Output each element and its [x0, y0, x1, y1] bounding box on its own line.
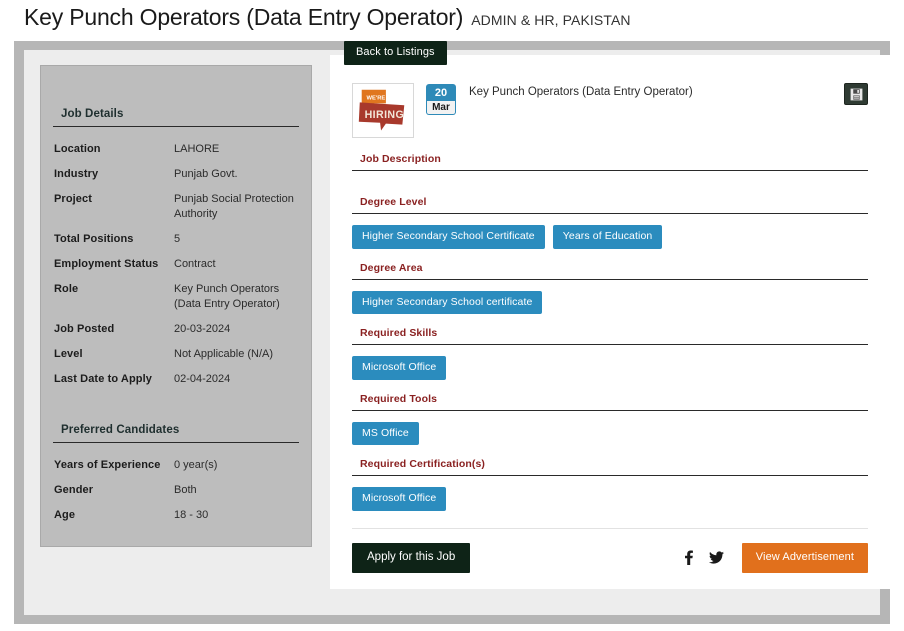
preferred-label: Gender: [54, 484, 94, 496]
tag-item[interactable]: Higher Secondary School Certificate: [352, 225, 545, 249]
detail-row: Job Posted 20-03-2024: [54, 317, 299, 342]
detail-label: Role: [54, 283, 79, 295]
twitter-icon[interactable]: [706, 547, 728, 569]
facebook-icon[interactable]: [678, 547, 700, 569]
job-details-sidebar: Job Details Location LAHORE Industry Pun…: [40, 65, 312, 547]
detail-label: Job Posted: [54, 323, 115, 335]
tag-item[interactable]: Years of Education: [552, 225, 663, 249]
detail-row: Last Date to Apply 02-04-2024: [54, 367, 299, 392]
section-heading: Required Tools: [360, 392, 438, 405]
tag-item[interactable]: Microsoft Office: [352, 487, 447, 511]
detail-row: Location LAHORE: [54, 137, 299, 162]
sidebar-divider-2: [53, 442, 299, 443]
hiring-thumbnail: WE'RE HIRING: [352, 83, 414, 138]
section-empty-body: [352, 171, 868, 183]
svg-text:WE'RE: WE'RE: [367, 95, 386, 101]
save-icon: [850, 88, 862, 100]
section-heading: Required Certification(s): [360, 458, 486, 470]
section-degree-area: Degree Area Higher Secondary School cert…: [352, 249, 868, 314]
detail-row: Level Not Applicable (N/A): [54, 342, 299, 367]
section-heading: Degree Area: [360, 261, 423, 274]
preferred-row: Age 18 - 30: [54, 503, 299, 528]
preferred-label: Age: [54, 509, 76, 521]
section-heading: Job Description: [360, 153, 441, 165]
detail-value: 5: [174, 233, 181, 245]
preferred-row: Years of Experience 0 year(s): [54, 453, 299, 478]
tag-list: Microsoft Office: [352, 476, 868, 511]
detail-label: Employment Status: [54, 258, 159, 270]
sidebar-divider-1: [53, 126, 299, 127]
detail-value: 02-04-2024: [174, 373, 231, 385]
section-degree-level: Degree Level Higher Secondary School Cer…: [352, 183, 868, 249]
preferred-label: Years of Experience: [54, 459, 161, 471]
detail-label: Level: [54, 348, 83, 360]
section-job-description: Job Description: [352, 143, 868, 183]
detail-value: Key Punch Operators (Data Entry Operator…: [174, 283, 280, 310]
back-to-listings-button[interactable]: Back to Listings: [344, 41, 447, 65]
preferred-row: Gender Both: [54, 478, 299, 503]
sidebar-heading-preferred-candidates: Preferred Candidates: [61, 424, 180, 436]
preferred-value: 0 year(s): [174, 459, 218, 471]
detail-row: Role Key Punch Operators (Data Entry Ope…: [54, 277, 299, 317]
section-heading: Required Skills: [360, 327, 438, 339]
preferred-candidates-list: Years of Experience 0 year(s) Gender Bot…: [53, 453, 299, 528]
tag-item[interactable]: Microsoft Office: [352, 356, 447, 380]
detail-value: Punjab Govt.: [174, 168, 238, 180]
detail-label: Last Date to Apply: [54, 373, 152, 385]
detail-value: LAHORE: [174, 143, 220, 155]
posted-date-day: 20: [434, 87, 448, 99]
detail-label: Industry: [54, 168, 99, 180]
section-required-skills: Required Skills Microsoft Office: [352, 314, 868, 380]
job-detail-panel: Back to Listings WE'RE HIRING 20 Mar Key: [330, 41, 890, 589]
job-title: Key Punch Operators (Data Entry Operator…: [469, 86, 693, 98]
job-details-list: Location LAHORE Industry Punjab Govt. Pr…: [53, 137, 299, 392]
tag-list: MS Office: [352, 411, 868, 445]
tag-item[interactable]: MS Office: [352, 421, 419, 445]
save-job-button[interactable]: [844, 83, 868, 105]
tag-list: Microsoft Office: [352, 345, 868, 380]
detail-label: Location: [54, 143, 101, 155]
hiring-graphic-icon: WE'RE HIRING: [358, 89, 405, 131]
preferred-value: 18 - 30: [174, 509, 209, 521]
detail-row: Industry Punjab Govt.: [54, 162, 299, 187]
detail-value: Not Applicable (N/A): [174, 348, 274, 360]
page-title-main: Key Punch Operators (Data Entry Operator…: [24, 4, 464, 30]
detail-row: Project Punjab Social Protection Authori…: [54, 187, 299, 227]
detail-label: Total Positions: [54, 233, 134, 245]
page-title: Key Punch Operators (Data Entry Operator…: [24, 4, 631, 40]
view-advertisement-button[interactable]: View Advertisement: [741, 542, 868, 573]
preferred-value: Both: [174, 484, 197, 496]
detail-value: Punjab Social Protection Authority: [174, 193, 294, 220]
page-title-category: ADMIN & HR, PAKISTAN: [471, 12, 631, 28]
detail-value: 20-03-2024: [174, 323, 231, 335]
tag-list: Higher Secondary School Certificate Year…: [352, 214, 868, 249]
page-frame: Job Details Location LAHORE Industry Pun…: [14, 41, 890, 624]
section-required-certifications: Required Certification(s) Microsoft Offi…: [352, 445, 868, 511]
apply-for-job-button[interactable]: Apply for this Job: [352, 542, 471, 573]
posted-date-badge: 20 Mar: [427, 85, 455, 114]
detail-row: Total Positions 5: [54, 227, 299, 252]
svg-text:HIRING: HIRING: [365, 109, 405, 121]
tag-item[interactable]: Higher Secondary School certificate: [352, 290, 543, 314]
posted-date-month: Mar: [427, 100, 455, 114]
detail-row: Employment Status Contract: [54, 252, 299, 277]
sidebar-heading-job-details: Job Details: [61, 108, 124, 120]
section-heading: Degree Level: [360, 196, 427, 208]
job-header: WE'RE HIRING 20 Mar Key Punch Operators …: [352, 83, 868, 143]
footer-divider: [352, 527, 868, 529]
tag-list: Higher Secondary School certificate: [352, 280, 868, 314]
job-actions-footer: Apply for this Job View Advertisement: [352, 527, 868, 573]
section-required-tools: Required Tools MS Office: [352, 380, 868, 445]
detail-label: Project: [54, 193, 92, 205]
detail-value: Contract: [174, 258, 216, 270]
